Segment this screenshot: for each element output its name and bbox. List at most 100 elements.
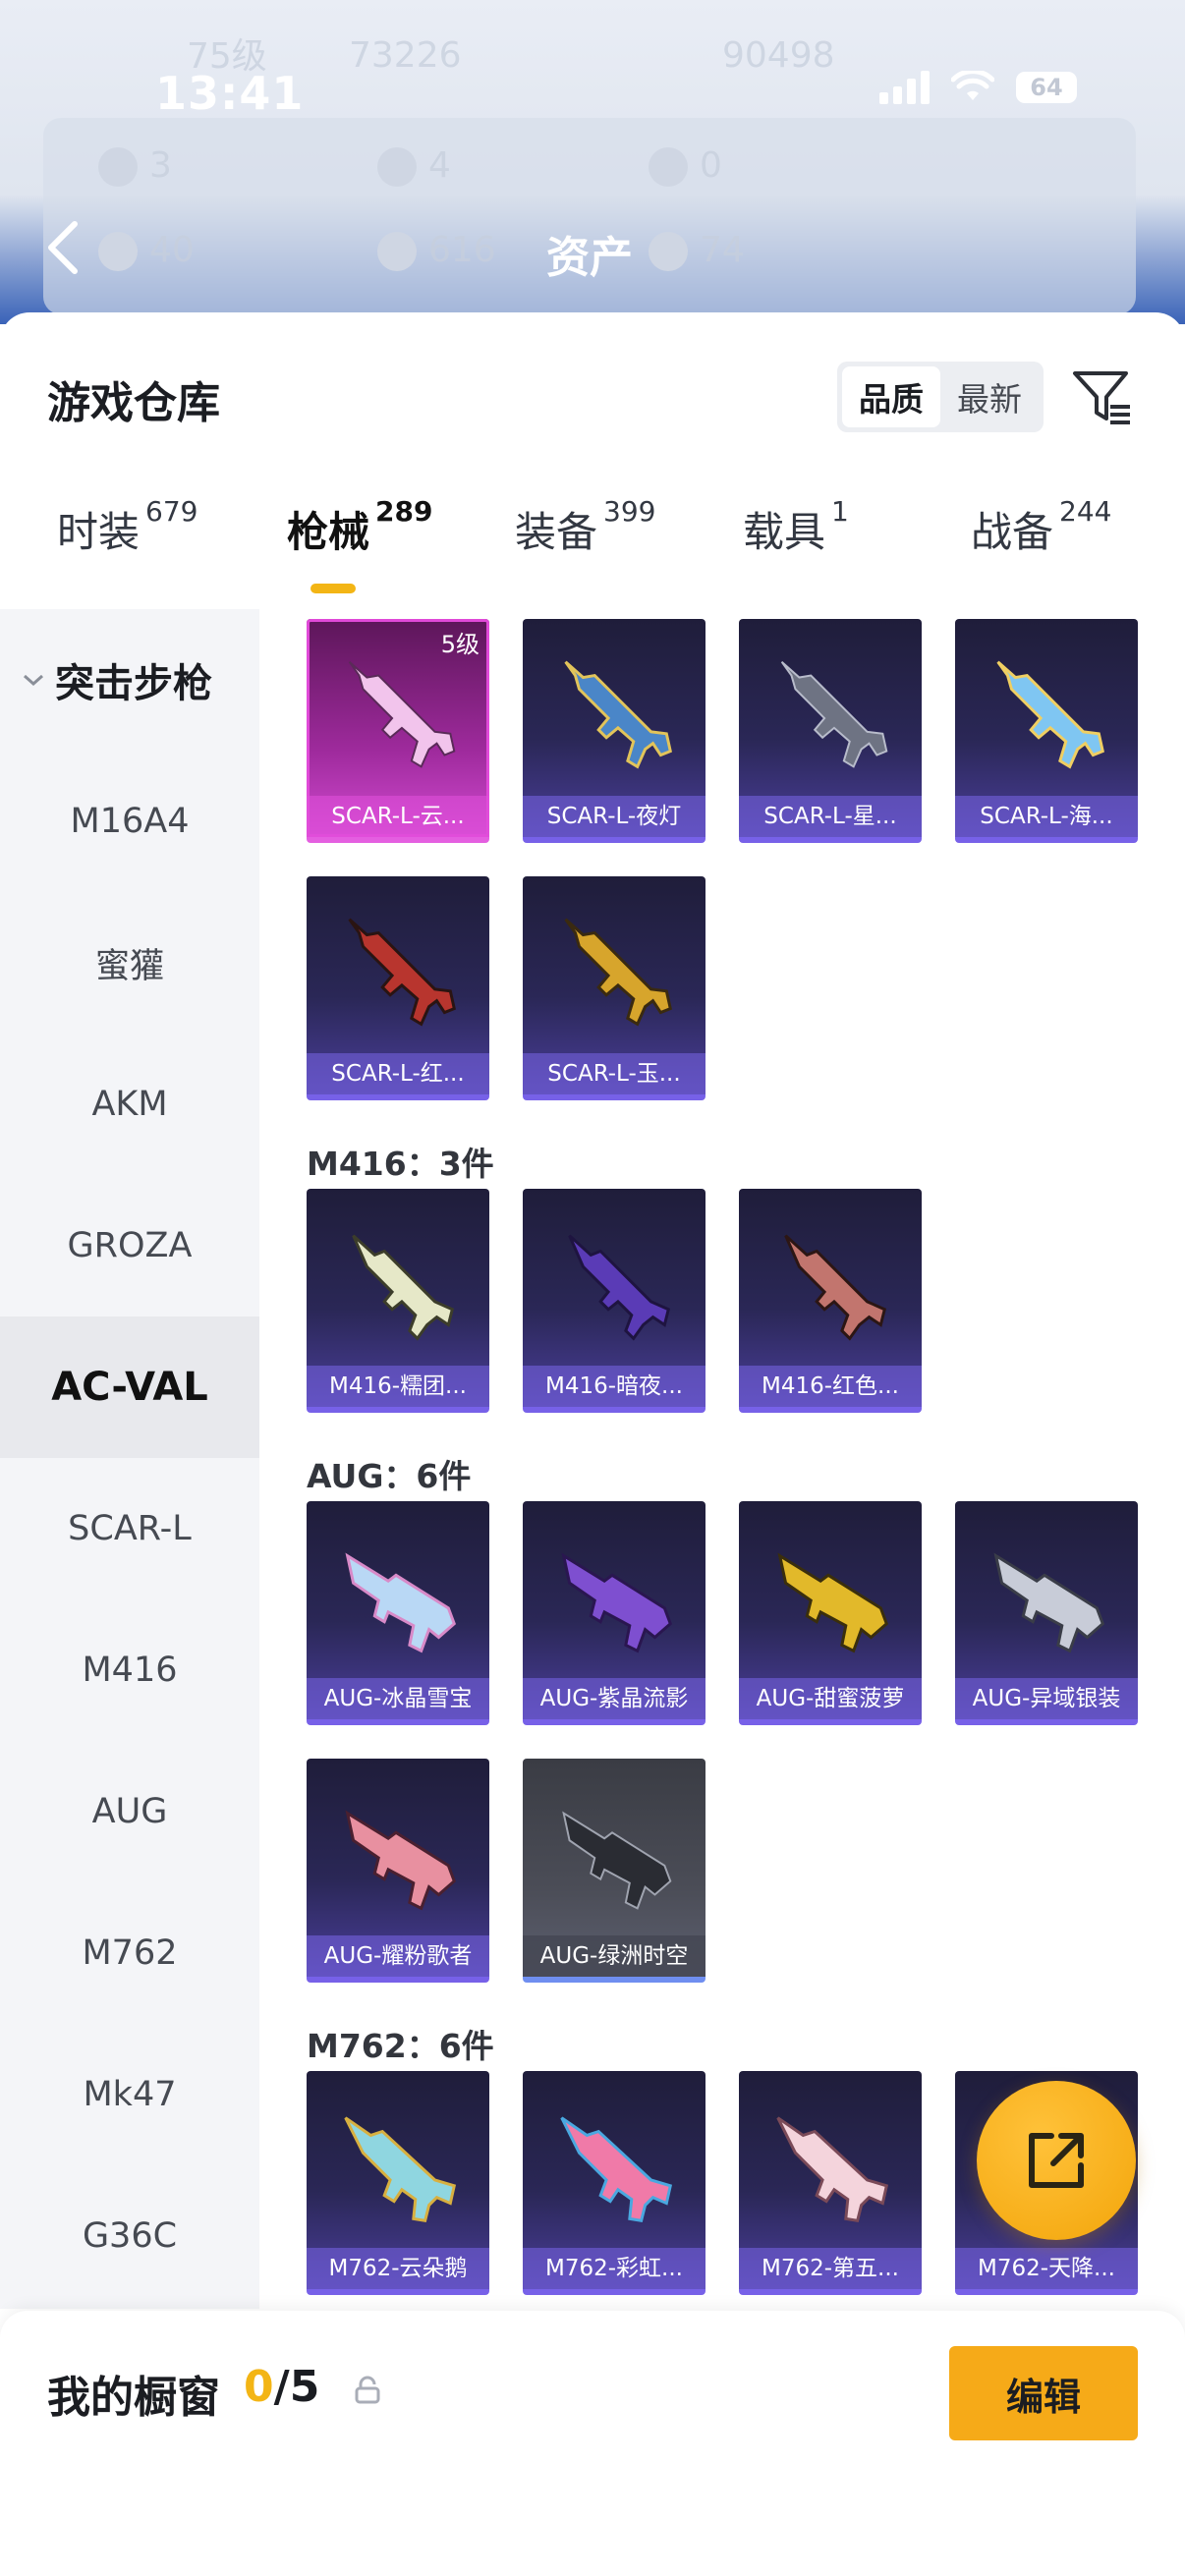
showcase-total: /5	[273, 2362, 320, 2412]
showcase-bar: 我的橱窗 0/5 编辑	[0, 2311, 1185, 2576]
sidebar-item-ac-val[interactable]: AC-VAL	[0, 1316, 259, 1458]
weapon-card[interactable]: AUG-紫晶流影	[523, 1501, 705, 1725]
stat-icon	[98, 232, 138, 271]
weapon-card[interactable]: M762-第五...	[739, 2071, 922, 2295]
weapon-card[interactable]: SCAR-L-夜灯	[523, 619, 705, 843]
edit-button[interactable]: 编辑	[949, 2346, 1138, 2440]
level-badge: 5级	[440, 631, 480, 658]
weapon-card[interactable]: AUG-异域银装	[955, 1501, 1138, 1725]
rifle-icon	[780, 660, 888, 768]
sidebar-item-m416[interactable]: M416	[0, 1599, 259, 1741]
rifle-icon	[345, 1552, 457, 1653]
stat-value: 40	[149, 230, 195, 270]
filter-icon[interactable]	[1071, 365, 1134, 428]
warehouse-sheet: 游戏仓库 品质 最新 时装 679 枪械 289 装备 399 载具 1 战备 244 突…	[0, 312, 1185, 2576]
weapon-card[interactable]: M762-云朵鹅	[307, 2071, 489, 2295]
share-icon	[1029, 2133, 1084, 2188]
category-tabs: 时装 679 枪械 289 装备 399 载具 1 战备 244	[0, 495, 1185, 607]
weapon-card[interactable]: M416-暗夜...	[523, 1189, 705, 1413]
tab-count: 244	[1059, 495, 1112, 528]
sidebar-item-honey-badger[interactable]: 蜜獾	[0, 892, 259, 1034]
weapon-card[interactable]: AUG-甜蜜菠萝	[739, 1501, 922, 1725]
tab-label: 时装	[57, 508, 141, 556]
weapon-name: SCAR-L-海...	[955, 796, 1138, 837]
rifle-icon	[996, 660, 1104, 769]
chevron-down-icon	[24, 674, 43, 687]
showcase-label: 我的橱窗	[47, 2373, 220, 2423]
weapon-name: AUG-耀粉歌者	[307, 1935, 489, 1977]
stat-icon	[377, 147, 417, 187]
group-title-m762: M762：6件	[307, 2027, 494, 2065]
weapon-card[interactable]: SCAR-L-红...	[307, 876, 489, 1100]
weapon-card[interactable]: SCAR-L-海...	[955, 619, 1138, 843]
rifle-icon	[784, 1234, 887, 1341]
weapon-name: M762-彩虹...	[523, 2248, 705, 2289]
weapon-type-sidebar: 突击步枪 M16A4 蜜獾 AKM GROZA AC-VAL SCAR-L M4…	[0, 609, 259, 2309]
weapon-name: SCAR-L-红...	[307, 1053, 489, 1094]
weapon-name: AUG-紫晶流影	[523, 1678, 705, 1719]
sidebar-item-scar-l[interactable]: SCAR-L	[0, 1458, 259, 1599]
sidebar-item-g36c[interactable]: G36C	[0, 2165, 259, 2307]
showcase-current: 0	[244, 2362, 274, 2412]
sidebar-item-akm[interactable]: AKM	[0, 1034, 259, 1175]
tab-costume[interactable]: 时装 679	[57, 495, 198, 559]
signal-icon	[879, 71, 930, 104]
tab-label: 战备	[971, 508, 1054, 556]
sidebar-item-m762[interactable]: M762	[0, 1882, 259, 2024]
group-title-aug: AUG：6件	[307, 1457, 472, 1495]
weapon-card[interactable]: 5级 SCAR-L-云...	[307, 619, 489, 843]
tab-count: 1	[831, 495, 849, 528]
rifle-icon	[776, 2116, 889, 2223]
stat-value: 3	[149, 145, 172, 186]
sidebar-group-assault-rifles[interactable]: 突击步枪	[0, 609, 259, 751]
weapon-name: AUG-甜蜜菠萝	[739, 1678, 922, 1719]
stat-icon	[649, 147, 688, 187]
sidebar-item-mk47[interactable]: Mk47	[0, 2024, 259, 2165]
sort-newest-button[interactable]: 最新	[940, 366, 1039, 427]
rifle-icon	[568, 1234, 671, 1341]
stat-icon	[377, 232, 417, 271]
weapon-name: SCAR-L-玉...	[523, 1053, 705, 1094]
lock-icon[interactable]	[354, 2376, 381, 2405]
tab-supplies[interactable]: 战备 244	[971, 495, 1111, 559]
tab-count: 679	[145, 495, 198, 528]
tab-label: 装备	[515, 508, 598, 556]
tab-label: 载具	[743, 508, 826, 556]
weapon-card[interactable]: AUG-冰晶雪宝	[307, 1501, 489, 1725]
back-arrow-icon[interactable]	[43, 218, 83, 277]
sort-quality-button[interactable]: 品质	[842, 366, 940, 427]
weapon-card[interactable]: AUG-耀粉歌者	[307, 1759, 489, 1983]
weapon-name: M416-红色...	[739, 1366, 922, 1407]
weapon-card[interactable]: M416-红色...	[739, 1189, 922, 1413]
stat-value: 0	[700, 145, 722, 186]
weapon-name: M416-糯团...	[307, 1366, 489, 1407]
weapon-card[interactable]: M762-彩虹...	[523, 2071, 705, 2295]
weapon-name: SCAR-L-夜灯	[523, 796, 705, 837]
sidebar-item-m16a4[interactable]: M16A4	[0, 751, 259, 892]
tab-vehicles[interactable]: 载具 1	[743, 495, 849, 559]
stats-card	[43, 118, 1136, 314]
sidebar-item-aug[interactable]: AUG	[0, 1741, 259, 1882]
sort-toggle: 品质 最新	[837, 362, 1044, 432]
weapon-card[interactable]: M416-糯团...	[307, 1189, 489, 1413]
weapon-name: M762-第五...	[739, 2248, 922, 2289]
stat-value: 74	[700, 230, 745, 270]
rifle-icon	[561, 1552, 673, 1653]
sidebar-item-groza[interactable]: GROZA	[0, 1175, 259, 1316]
sheet-title: 游戏仓库	[47, 378, 220, 428]
tab-count: 289	[375, 495, 433, 528]
tab-equipment[interactable]: 装备 399	[515, 495, 655, 559]
tab-indicator	[310, 584, 356, 593]
stat-icon	[98, 147, 138, 187]
tab-firearms[interactable]: 枪械 289	[287, 495, 432, 559]
weapon-card[interactable]: SCAR-L-玉...	[523, 876, 705, 1100]
rifle-icon	[344, 2116, 457, 2223]
weapon-name: M762-天降...	[955, 2248, 1138, 2289]
stat-icon	[649, 232, 688, 271]
weapon-card[interactable]: SCAR-L-星...	[739, 619, 922, 843]
points-count: 90498	[722, 35, 835, 76]
stat-value: 4	[428, 145, 451, 186]
share-button[interactable]	[977, 2081, 1136, 2240]
weapon-card[interactable]: AUG-绿洲时空	[523, 1759, 705, 1983]
rifle-icon	[777, 1552, 889, 1653]
